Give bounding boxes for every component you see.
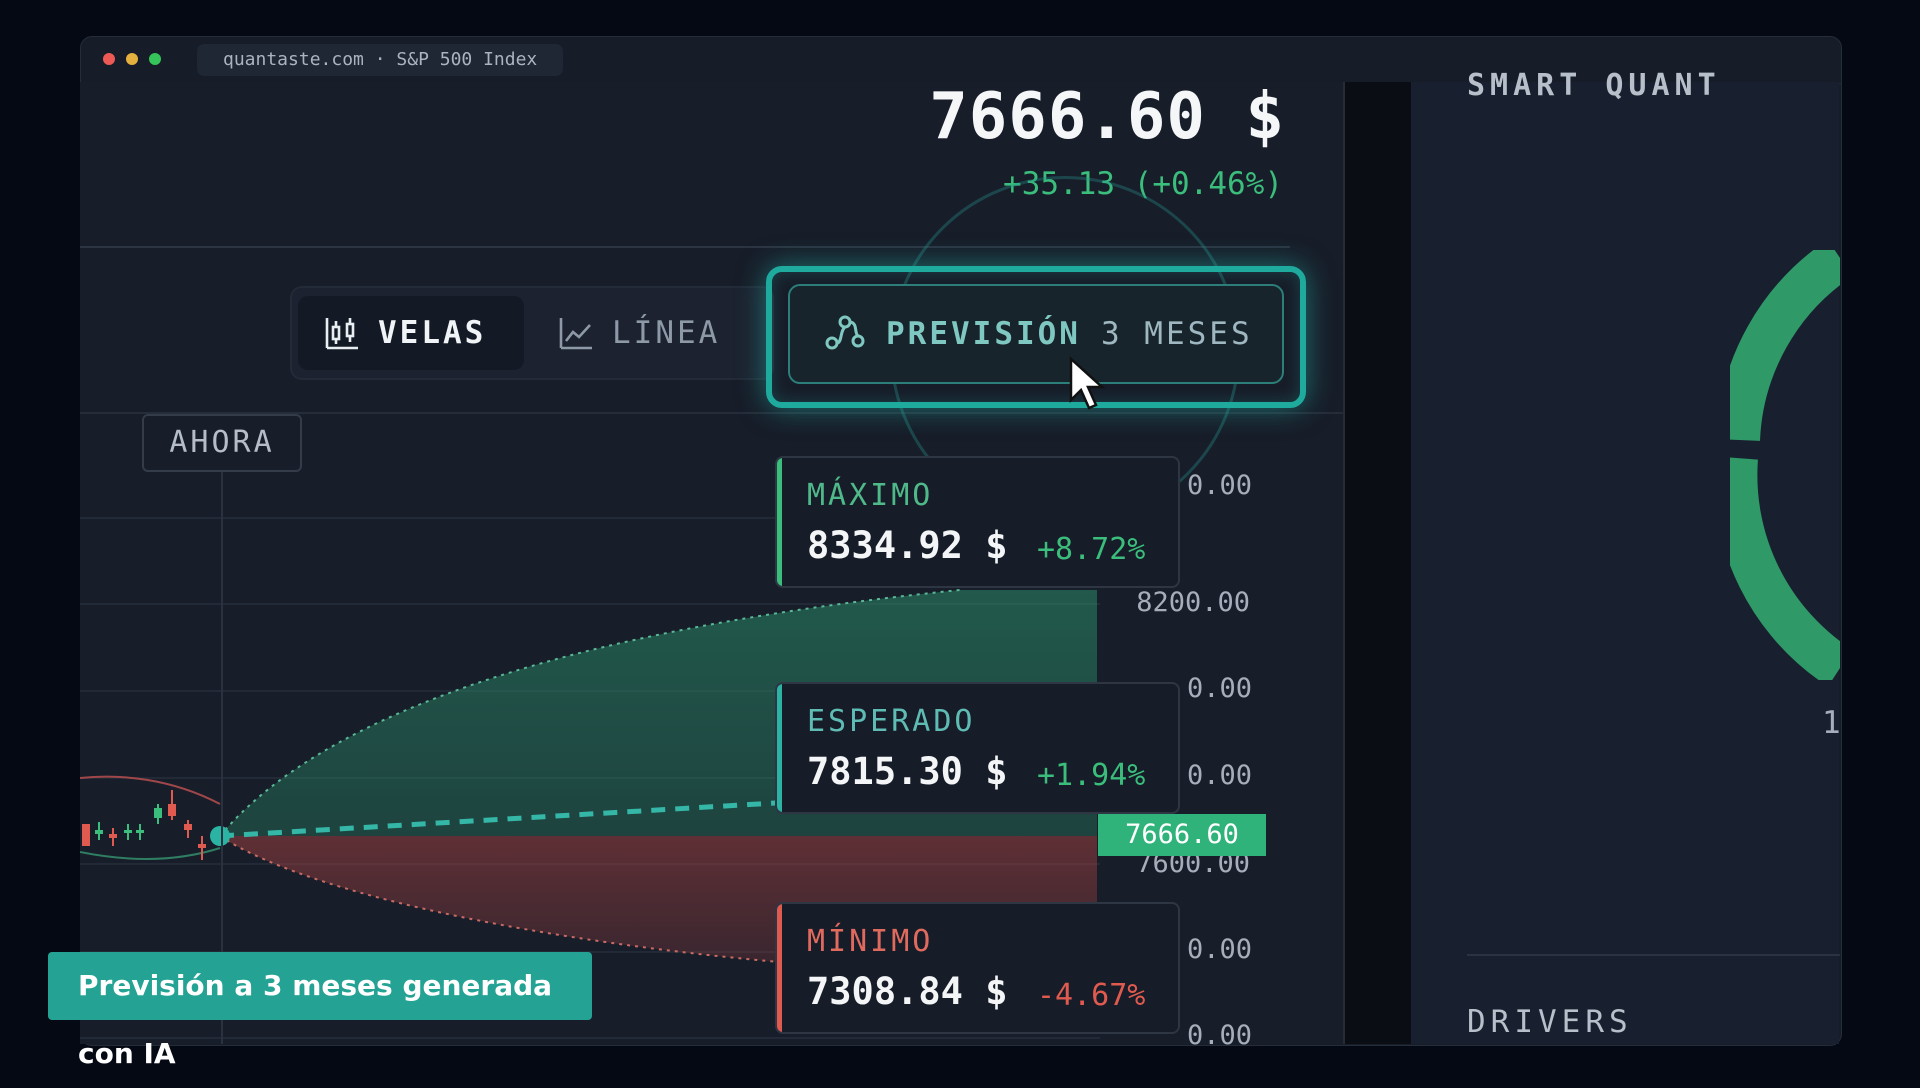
now-point [210, 826, 230, 846]
card-min-value: 7308.84 $ [807, 970, 1008, 1013]
score-gauge [1730, 250, 1840, 680]
now-marker-label: AHORA [142, 414, 302, 472]
close-window-button[interactable] [103, 53, 115, 65]
forecast-button-label: PREVISIÓN [886, 316, 1081, 352]
card-max-pct: +8.72% [1037, 532, 1146, 567]
mouse-pointer-icon [1069, 356, 1106, 410]
maximize-window-button[interactable] [149, 53, 161, 65]
history-band-top [80, 775, 221, 805]
line-chart-icon [559, 318, 592, 350]
candles [82, 790, 206, 860]
card-accent [777, 684, 782, 812]
side-panel-title: SMART QUANT [1467, 68, 1721, 103]
card-expected-pct: +1.94% [1037, 758, 1146, 793]
card-max-value: 8334.92 $ [807, 524, 1008, 567]
panel-divider [1343, 82, 1415, 1044]
card-accent [777, 904, 782, 1032]
current-price: 7666.60 $ [929, 80, 1285, 154]
minimize-window-button[interactable] [126, 53, 138, 65]
side-separator [1467, 954, 1840, 956]
history-band-bottom [80, 847, 221, 860]
current-price-tag: 7666.60 [1098, 814, 1266, 856]
tab-linea-label: LÍNEA [612, 315, 721, 351]
card-accent [777, 458, 782, 586]
y-axis-label-8200: 8200.00 [1136, 587, 1250, 618]
candlestick-chart-icon [325, 318, 358, 350]
ai-caption-banner: Previsión a 3 meses generada con IA [48, 952, 592, 1070]
card-expected-value: 7815.30 $ [807, 750, 1008, 793]
tab-velas[interactable]: VELAS [298, 296, 524, 370]
tab-linea[interactable]: LÍNEA [532, 296, 762, 370]
tab-velas-label: VELAS [378, 315, 487, 351]
forecast-card-min: MÍNIMO 7308.84 $ -4.67% [775, 902, 1180, 1034]
gauge-value-partial: 1 [1822, 705, 1841, 741]
forecast-3-months-button[interactable]: PREVISIÓN 3 MESES [788, 284, 1284, 384]
chart-type-tabs: VELAS LÍNEA [290, 286, 774, 380]
card-min-pct: -4.67% [1037, 978, 1146, 1013]
forecast-nodes-icon [825, 315, 865, 350]
forecast-button-period: 3 MESES [1100, 316, 1253, 352]
card-max-label: MÁXIMO [807, 478, 934, 513]
forecast-card-expected: ESPERADO 7815.30 $ +1.94% [775, 682, 1180, 814]
drivers-heading: DRIVERS [1467, 1004, 1633, 1040]
card-min-label: MÍNIMO [807, 924, 934, 959]
card-expected-label: ESPERADO [807, 704, 976, 739]
forecast-card-max: MÁXIMO 8334.92 $ +8.72% [775, 456, 1180, 588]
url-tab[interactable]: quantaste.com · S&P 500 Index [197, 44, 564, 76]
